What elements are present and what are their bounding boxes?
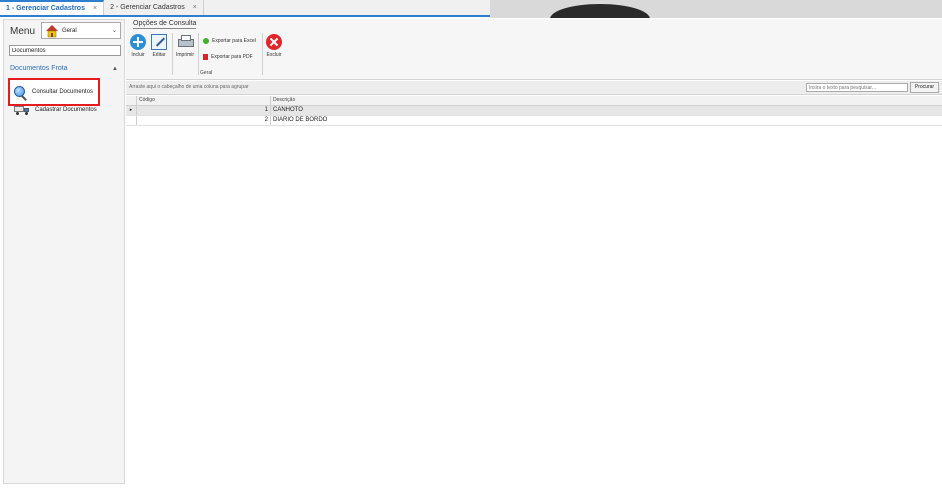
column-header-descricao[interactable]: Descrição <box>271 96 942 105</box>
tab-gerenciar-cadastros-1[interactable]: 1 - Gerenciar Cadastros × <box>0 0 105 15</box>
cell-codigo[interactable]: 2 <box>137 116 271 125</box>
excel-icon <box>203 38 209 44</box>
plus-icon <box>130 34 146 50</box>
sidebar-item-label: Cadastrar Documentos <box>35 107 97 113</box>
editar-label: Editar <box>152 52 166 58</box>
incluir-label: Incluir <box>131 52 145 58</box>
row-indicator-icon <box>126 116 137 125</box>
section-documentos-frota[interactable]: Documentos Frota <box>10 65 68 72</box>
ribbon-tab-opcoes-consulta[interactable]: Opções de Consulta <box>133 20 197 29</box>
ribbon-group-label: Geral <box>200 70 213 76</box>
ribbon-divider <box>198 33 199 75</box>
truck-icon <box>14 105 30 115</box>
cell-descricao[interactable]: CANHOTO <box>271 106 942 115</box>
ribbon-divider <box>262 33 263 75</box>
exportar-pdf-button[interactable]: Exportar para PDF <box>203 54 253 60</box>
data-grid: Código Descrição ▸ 1 CANHOTO 2 DIARIO DE… <box>126 96 942 126</box>
close-icon[interactable]: × <box>193 4 197 11</box>
ribbon: Opções de Consulta Incluir Editar Imprim… <box>126 19 942 80</box>
group-select-value: Geral <box>62 27 77 34</box>
delete-icon <box>266 34 282 50</box>
column-header-codigo[interactable]: Código <box>137 96 271 105</box>
magnifier-icon <box>14 85 27 99</box>
edit-icon <box>151 34 167 50</box>
tab-label: 1 - Gerenciar Cadastros <box>6 5 85 12</box>
tab-label: 2 - Gerenciar Cadastros <box>110 4 185 11</box>
imprimir-label: Imprimir <box>176 52 195 58</box>
excluir-button[interactable]: Excluir <box>266 34 282 58</box>
incluir-button[interactable]: Incluir <box>130 34 146 58</box>
sidebar-item-cadastrar-documentos[interactable]: Cadastrar Documentos <box>10 100 98 120</box>
menu-label: Menu <box>10 26 36 37</box>
background-photo <box>490 0 942 18</box>
imprimir-button[interactable]: Imprimir <box>176 34 194 58</box>
exportar-excel-button[interactable]: Exportar para Excel <box>203 38 256 44</box>
main-panel: Opções de Consulta Incluir Editar Imprim… <box>126 19 942 485</box>
chevron-down-icon: ⌄ <box>111 28 117 34</box>
exportar-excel-label: Exportar para Excel <box>212 38 256 44</box>
table-row[interactable]: ▸ 1 CANHOTO <box>126 106 942 116</box>
group-select[interactable]: Geral ⌄ <box>41 22 121 39</box>
grid-header: Código Descrição <box>126 96 942 106</box>
row-indicator-icon: ▸ <box>126 106 137 115</box>
grid-search-input[interactable] <box>806 83 908 92</box>
table-row[interactable]: 2 DIARIO DE BORDO <box>126 116 942 126</box>
collapse-icon[interactable]: ▲ <box>112 66 118 72</box>
ribbon-divider <box>172 33 173 75</box>
editar-button[interactable]: Editar <box>151 34 167 58</box>
pdf-icon <box>203 54 208 60</box>
house-icon <box>45 24 59 38</box>
cell-codigo[interactable]: 1 <box>137 106 271 115</box>
group-hint: Arraste aqui o cabeçalho de uma coluna p… <box>129 84 249 90</box>
excluir-label: Excluir <box>266 52 282 58</box>
document-tab-bar: 1 - Gerenciar Cadastros × 2 - Gerenciar … <box>0 0 490 17</box>
group-panel: Arraste aqui o cabeçalho de uma coluna p… <box>126 81 942 95</box>
row-indicator-header <box>126 96 137 105</box>
exportar-pdf-label: Exportar para PDF <box>211 54 253 60</box>
tab-gerenciar-cadastros-2[interactable]: 2 - Gerenciar Cadastros × <box>104 0 204 15</box>
sidebar: Menu Geral ⌄ Documentos Frota ▲ Consulta… <box>3 19 125 484</box>
close-icon[interactable]: × <box>93 5 97 12</box>
cell-descricao[interactable]: DIARIO DE BORDO <box>271 116 942 125</box>
menu-search-input[interactable] <box>9 45 121 56</box>
printer-icon <box>177 34 195 50</box>
sidebar-item-label: Consultar Documentos <box>32 89 94 95</box>
procurar-button[interactable]: Procurar <box>910 82 939 93</box>
